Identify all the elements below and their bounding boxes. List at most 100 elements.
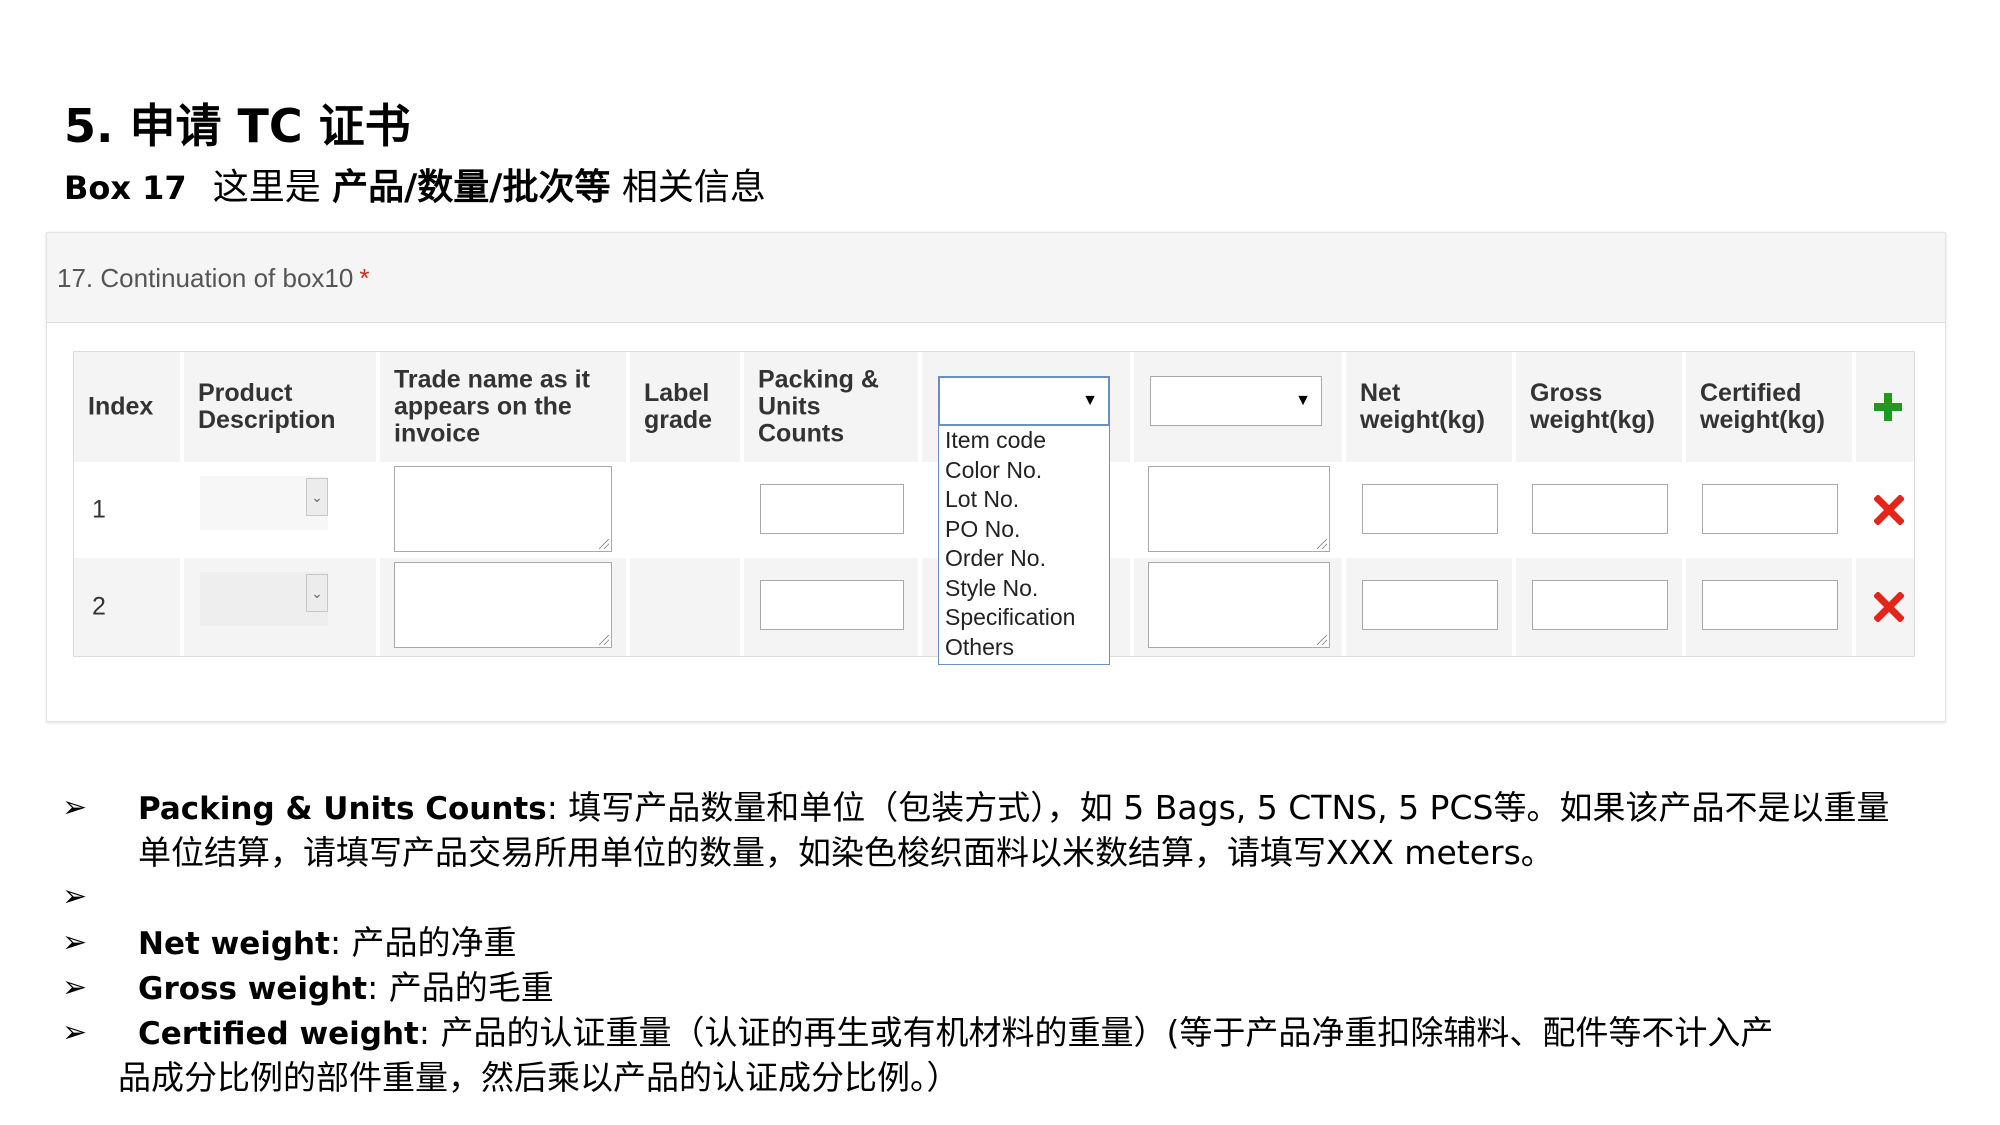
arrow-bullet-icon: ➢: [62, 925, 88, 960]
option-specification[interactable]: Specification: [939, 603, 1109, 633]
row-certified-cell: [1686, 558, 1856, 656]
certified-weight-input[interactable]: [1702, 580, 1838, 630]
header-product: Product Description: [184, 352, 380, 462]
bullet-text: : 填写产品数量和单位（包装方式），如 5 Bags, 5 CTNS, 5 PC…: [546, 788, 1890, 827]
explanation-bullets: ➢ Packing & Units Counts: 填写产品数量和单位（包装方式…: [62, 786, 1962, 1100]
reference-textarea[interactable]: [1148, 466, 1330, 552]
header-gross-weight: Gross weight(kg): [1516, 352, 1686, 462]
gross-weight-input[interactable]: [1532, 580, 1668, 630]
resize-grip-icon[interactable]: [599, 539, 609, 549]
second-reference-select[interactable]: ▼: [1150, 376, 1322, 426]
box17-panel: 17. Continuation of box10 * Index Product…: [46, 232, 1946, 722]
option-color-no[interactable]: Color No.: [939, 456, 1109, 486]
row-gross-cell: [1516, 558, 1686, 656]
row-reference2-cell: [1134, 462, 1346, 558]
net-weight-input[interactable]: [1362, 484, 1498, 534]
row-trade-name-cell: [380, 462, 630, 558]
chevron-down-icon: ⌄: [306, 574, 328, 612]
row-net-cell: [1346, 558, 1516, 656]
option-po-no[interactable]: PO No.: [939, 515, 1109, 545]
header-product-label: Product Description: [198, 379, 336, 434]
plus-icon[interactable]: [1872, 391, 1904, 423]
panel-header-label: 17. Continuation of box10: [57, 263, 354, 293]
bullet-text: : 产品的毛重: [367, 968, 554, 1007]
bullet-packing: ➢ Packing & Units Counts: 填写产品数量和单位（包装方式…: [62, 786, 1962, 875]
subtitle-prefix: 这里是: [212, 167, 333, 208]
slide-title: 5. 申请 TC 证书: [64, 99, 411, 153]
remove-row-x-icon[interactable]: [1874, 495, 1904, 525]
header-certified-weight: Certified weight(kg): [1686, 352, 1856, 462]
bullet-text-continued: 品成分比例的部件重量，然后乘以产品的认证成分比例。）: [118, 1058, 960, 1097]
product-description-select[interactable]: ⌄: [200, 476, 328, 530]
row-label-grade-cell: [630, 462, 744, 558]
trade-name-textarea[interactable]: [394, 562, 612, 648]
trade-name-textarea[interactable]: [394, 466, 612, 552]
table-header-row: Index Product Description Trade name as …: [74, 352, 1914, 665]
header-packing: Packing & Units Counts: [744, 352, 922, 462]
row-index: 2: [92, 592, 106, 621]
header-index-label: Index: [88, 392, 154, 421]
header-add-cell: [1856, 352, 1914, 462]
header-dropdown2-cell: ▼: [1134, 352, 1346, 462]
bullet-certified-weight: ➢ Certified weight: 产品的认证重量（认证的再生或有机材料的重…: [62, 1011, 1962, 1100]
header-trade-name-label: Trade name as it appears on the invoice: [394, 365, 590, 448]
packing-units-input[interactable]: [760, 484, 904, 534]
bullet-text-continued: 单位结算，请填写产品交易所用单位的数量，如染色梭织面料以米数结算，请填写XXX …: [138, 833, 1554, 872]
reference-type-select[interactable]: ▼: [938, 376, 1110, 426]
gross-weight-input[interactable]: [1532, 484, 1668, 534]
row-trade-name-cell: [380, 558, 630, 656]
bullet-term: Gross weight: [138, 971, 368, 1007]
subtitle-suffix: 相关信息: [610, 167, 766, 208]
row-packing-cell: [744, 462, 922, 558]
header-index: Index: [74, 352, 184, 462]
header-gross-weight-label: Gross weight(kg): [1530, 379, 1655, 434]
option-item-code[interactable]: Item code: [939, 426, 1109, 456]
chevron-down-icon: ⌄: [306, 478, 328, 516]
net-weight-input[interactable]: [1362, 580, 1498, 630]
bullet-net-weight: ➢ Net weight: 产品的净重: [62, 921, 1962, 966]
bullet-gross-weight: ➢ Gross weight: 产品的毛重: [62, 966, 1962, 1011]
arrow-bullet-icon: ➢: [62, 790, 88, 825]
reference-textarea[interactable]: [1148, 562, 1330, 648]
bullet-term: Packing & Units Counts: [138, 791, 547, 827]
option-others[interactable]: Others: [939, 633, 1109, 663]
bullet-text: : 产品的净重: [329, 923, 517, 962]
product-description-select[interactable]: ⌄: [200, 572, 328, 626]
arrow-bullet-icon: ➢: [62, 1015, 88, 1050]
bullet-term: Net weight: [138, 926, 330, 962]
row-remove-cell: [1856, 558, 1914, 656]
subtitle-bold: 产品/数量/批次等: [332, 167, 611, 208]
dropdown-arrow-icon: ▼: [1082, 392, 1098, 409]
header-net-weight: Net weight(kg): [1346, 352, 1516, 462]
row-index: 1: [92, 495, 106, 524]
row-product-cell: ⌄: [184, 462, 380, 558]
row-gross-cell: [1516, 462, 1686, 558]
option-style-no[interactable]: Style No.: [939, 574, 1109, 604]
header-trade-name: Trade name as it appears on the invoice: [380, 352, 630, 462]
arrow-bullet-icon: ➢: [62, 879, 88, 914]
option-order-no[interactable]: Order No.: [939, 544, 1109, 574]
option-lot-no[interactable]: Lot No.: [939, 485, 1109, 515]
required-mark: *: [359, 263, 370, 293]
resize-grip-icon[interactable]: [599, 635, 609, 645]
row-packing-cell: [744, 558, 922, 656]
panel-header: 17. Continuation of box10 *: [47, 233, 1945, 323]
resize-grip-icon[interactable]: [1317, 539, 1327, 549]
header-dropdown1-cell: ▼ Item code Color No. Lot No. PO No. Ord…: [922, 352, 1134, 665]
arrow-bullet-icon: ➢: [62, 970, 88, 1005]
header-label-grade-label: Label grade: [644, 379, 713, 434]
row-index-cell: 1: [74, 462, 184, 558]
bullet-term: Certified weight: [138, 1016, 419, 1052]
header-label-grade: Label grade: [630, 352, 744, 462]
row-index-cell: 2: [74, 558, 184, 656]
slide-subtitle: Box 17 这里是 产品/数量/批次等 相关信息: [64, 162, 766, 214]
row-certified-cell: [1686, 462, 1856, 558]
product-table: Index Product Description Trade name as …: [73, 351, 1915, 665]
dropdown-arrow-icon: ▼: [1295, 392, 1311, 409]
packing-units-input[interactable]: [760, 580, 904, 630]
remove-row-x-icon[interactable]: [1874, 592, 1904, 622]
certified-weight-input[interactable]: [1702, 484, 1838, 534]
header-packing-label: Packing & Units Counts: [758, 365, 879, 448]
bullet-text: : 产品的认证重量（认证的再生或有机材料的重量）(等于产品净重扣除辅料、配件等不…: [418, 1013, 1774, 1052]
resize-grip-icon[interactable]: [1317, 635, 1327, 645]
